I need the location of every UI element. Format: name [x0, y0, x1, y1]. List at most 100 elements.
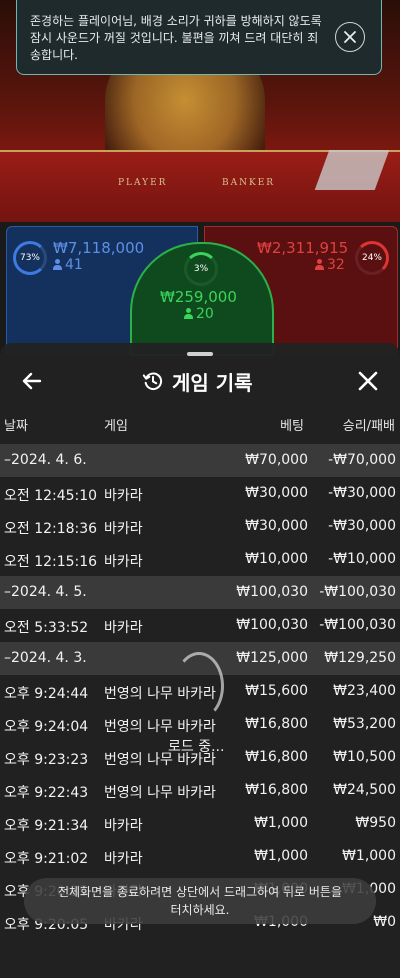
betting-area: 73% ₩7,118,000 41 ₩2,311,915 32 24% 3% ₩…: [0, 222, 400, 356]
row-result: ₩10,500: [333, 749, 396, 765]
player-count-value: 41: [65, 257, 83, 273]
row-game: 바카라: [104, 488, 143, 504]
sheet-title-group: 게임 기록: [142, 367, 253, 395]
player-amount: ₩7,118,000: [53, 239, 145, 257]
row-date: –2024. 4. 5.: [4, 584, 87, 600]
row-date: 오후 9:23:23: [4, 752, 89, 768]
loading-indicator: 로드 중...: [150, 652, 240, 762]
row-date: 오전 12:15:16: [4, 554, 98, 570]
close-icon: [344, 31, 356, 43]
tie-count-value: 20: [196, 306, 214, 322]
history-row: 오후 9:21:02 바카라 ₩1,000 ₩1,000: [0, 840, 400, 873]
row-result: ₩23,400: [333, 683, 396, 699]
row-date: 오전 12:18:36: [4, 521, 98, 537]
history-row: 오후 9:22:43 번영의 나무 바카라 ₩16,800 ₩24,500: [0, 774, 400, 807]
row-bet: ₩30,000: [245, 518, 308, 534]
row-date: 오후 9:22:43: [4, 785, 89, 801]
banker-felt-label: BANKER: [222, 178, 276, 188]
history-row: 오후 9:21:34 바카라 ₩1,000 ₩950: [0, 807, 400, 840]
banker-percent: 24%: [361, 253, 382, 263]
row-bet: ₩10,000: [245, 551, 308, 567]
row-result: -₩30,000: [328, 485, 396, 501]
user-icon: [53, 259, 62, 270]
row-date: –2024. 4. 6.: [4, 452, 87, 468]
row-date: 오후 9:24:04: [4, 719, 89, 735]
player-felt-label: PLAYER: [118, 178, 168, 188]
row-bet: ₩100,030: [236, 617, 308, 633]
row-result: ₩24,500: [333, 782, 396, 798]
row-date: 오후 9:21:34: [4, 818, 89, 834]
player-percent-ring: 73%: [13, 241, 47, 275]
row-bet: ₩30,000: [245, 485, 308, 501]
row-bet: ₩100,030: [236, 584, 308, 600]
row-game: 바카라: [104, 521, 143, 537]
history-row: 오전 5:33:52 바카라 ₩100,030 -₩100,030: [0, 609, 400, 642]
user-icon: [315, 259, 324, 270]
fullscreen-hint-text: 전체화면을 종료하려면 상단에서 드래그하여 뒤로 버튼을 터치하세요.: [57, 885, 343, 917]
row-result: -₩100,030: [319, 584, 396, 600]
row-bet: ₩125,000: [236, 650, 308, 666]
sound-notice: 존경하는 플레이어님, 배경 소리가 귀하를 방해하지 않도록 잠시 사운드가 …: [16, 0, 382, 75]
date-group-row[interactable]: –2024. 4. 5. ₩100,030 -₩100,030: [0, 576, 400, 609]
row-game: 바카라: [104, 554, 143, 570]
column-bet: 베팅: [280, 419, 304, 434]
history-icon: [142, 372, 163, 391]
tie-percent-ring: 3%: [184, 252, 218, 286]
row-bet: ₩1,000: [254, 815, 308, 831]
column-game: 게임: [104, 419, 128, 434]
row-date: 오전 5:33:52: [4, 620, 89, 636]
back-button[interactable]: [20, 369, 44, 393]
arrow-left-icon: [22, 372, 42, 390]
row-bet: ₩1,000: [254, 848, 308, 864]
row-result: -₩30,000: [328, 518, 396, 534]
close-icon: [358, 371, 378, 391]
table-header: 날짜 게임 베팅 승리/패배: [0, 415, 400, 435]
row-result: -₩10,000: [328, 551, 396, 567]
banker-count: 32: [315, 257, 345, 273]
player-percent: 73%: [19, 253, 40, 263]
row-date: –2024. 4. 3.: [4, 650, 87, 666]
loading-text: 로드 중...: [168, 739, 225, 755]
fullscreen-hint: 전체화면을 종료하려면 상단에서 드래그하여 뒤로 버튼을 터치하세요.: [24, 878, 376, 924]
row-date: 오전 12:45:10: [4, 488, 98, 504]
banker-amount: ₩2,311,915: [257, 239, 349, 257]
row-result: ₩0: [373, 914, 396, 930]
row-result: ₩950: [355, 815, 396, 831]
history-row: 오전 12:18:36 바카라 ₩30,000 -₩30,000: [0, 510, 400, 543]
row-result: ₩53,200: [333, 716, 396, 732]
banker-count-value: 32: [327, 257, 345, 273]
column-result: 승리/패배: [342, 419, 395, 434]
row-bet: ₩16,800: [245, 782, 308, 798]
tie-amount: ₩259,000: [160, 288, 237, 306]
row-date: 오후 9:21:02: [4, 851, 89, 867]
sheet-header: 게임 기록: [0, 361, 400, 401]
history-row: 오전 12:15:16 바카라 ₩10,000 -₩10,000: [0, 543, 400, 576]
date-group-row[interactable]: –2024. 4. 6. ₩70,000 -₩70,000: [0, 444, 400, 477]
row-result: -₩100,030: [319, 617, 396, 633]
tie-percent: 3%: [193, 264, 209, 274]
row-bet: ₩15,600: [245, 683, 308, 699]
column-date: 날짜: [4, 419, 28, 434]
sound-notice-text: 존경하는 플레이어님, 배경 소리가 귀하를 방해하지 않도록 잠시 사운드가 …: [30, 14, 322, 62]
row-game: 바카라: [104, 818, 143, 834]
row-result: ₩1,000: [342, 848, 396, 864]
banker-percent-ring: 24%: [355, 241, 389, 275]
user-icon: [184, 308, 193, 319]
row-game: 바카라: [104, 851, 143, 867]
history-row: 오전 12:45:10 바카라 ₩30,000 -₩30,000: [0, 477, 400, 510]
row-bet: ₩16,800: [245, 716, 308, 732]
tie-count: 20: [184, 306, 214, 322]
row-result: ₩129,250: [324, 650, 396, 666]
row-bet: ₩70,000: [245, 452, 308, 468]
page-title: 게임 기록: [172, 370, 253, 395]
row-bet: ₩16,800: [245, 749, 308, 765]
spinner-icon: [174, 652, 224, 720]
row-result: -₩70,000: [328, 452, 396, 468]
row-date: 오후 9:24:44: [4, 686, 89, 702]
close-button[interactable]: [356, 369, 380, 393]
notice-close-button[interactable]: [335, 22, 365, 52]
player-count: 41: [53, 257, 83, 273]
drag-handle[interactable]: [187, 352, 213, 356]
row-game: 번영의 나무 바카라: [104, 785, 216, 801]
row-game: 바카라: [104, 620, 143, 636]
